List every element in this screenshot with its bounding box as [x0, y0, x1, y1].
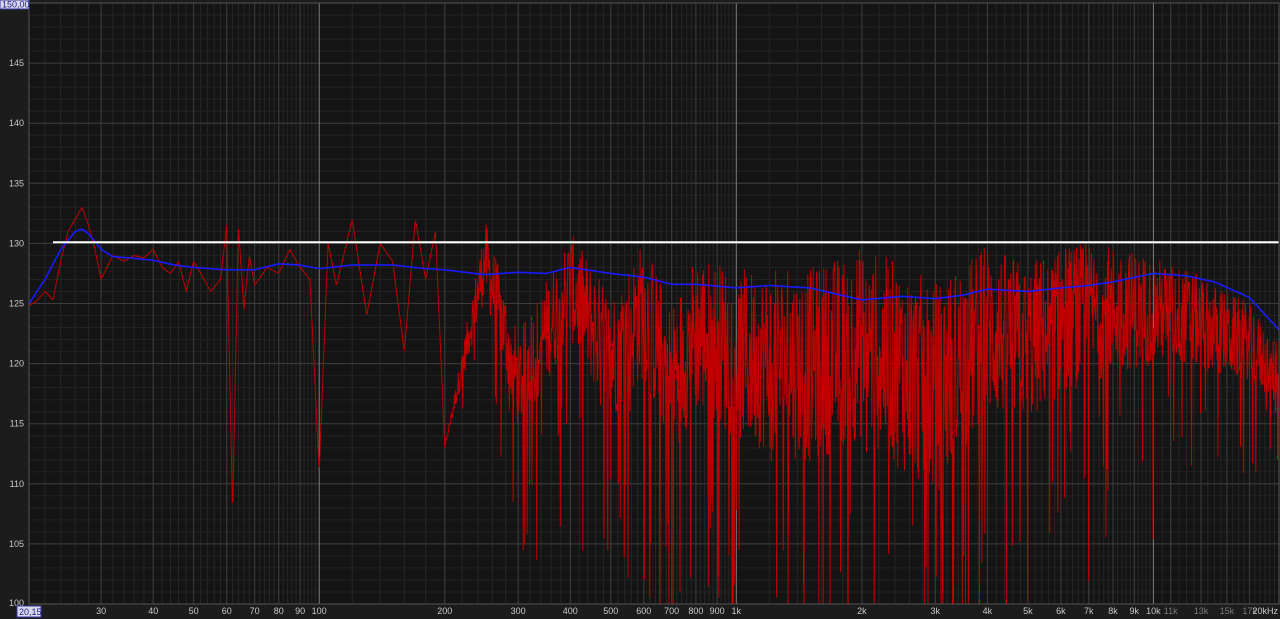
y-tick-label: 110: [10, 479, 24, 489]
x-tick-label: 200: [437, 606, 452, 616]
y-top-label: 150,00: [2, 0, 30, 10]
x-tick-label: 15k: [1220, 606, 1235, 616]
x-tick-label: 70: [250, 606, 260, 616]
x-tick-label: 4k: [983, 606, 993, 616]
x-tick-label: 8k: [1108, 606, 1118, 616]
x-tick-label: 13k: [1194, 606, 1209, 616]
y-tick-label: 105: [9, 539, 24, 549]
x-tick-label: 3k: [931, 606, 941, 616]
x-tick-label: 5k: [1023, 606, 1033, 616]
x-tick-label: 700: [664, 606, 679, 616]
x-tick-label: 10k: [1146, 606, 1161, 616]
x-tick-label: 600: [636, 606, 651, 616]
x-tick-label: 7k: [1084, 606, 1094, 616]
x-tick-label: 9k: [1130, 606, 1140, 616]
x-tick-label: 30: [96, 606, 106, 616]
y-tick-label: 130: [9, 238, 24, 248]
x-tick-label: 300: [511, 606, 526, 616]
frequency-response-plot: 105 110 115 120 125 130 135 140 145 100 30 40 50 60 7…: [0, 0, 1280, 619]
y-tick-label: 145: [9, 58, 24, 68]
x-tick-label: 6k: [1056, 606, 1066, 616]
x-tick-label: 11k: [1164, 606, 1178, 616]
x-tick-label: 20kHz: [1252, 606, 1278, 616]
y-tick-label: 135: [9, 178, 24, 188]
y-tick-label: 140: [9, 118, 24, 128]
x-tick-label: 900: [710, 606, 725, 616]
y-tick-label: 115: [10, 419, 24, 429]
y-tick-label: 120: [9, 359, 24, 369]
y-tick-label: 125: [9, 299, 24, 309]
x-tick-label: 500: [603, 606, 618, 616]
x-tick-label: 80: [274, 606, 284, 616]
x-tick-label: 60: [222, 606, 232, 616]
x-tick-label: 40: [148, 606, 158, 616]
x-tick-label: 2k: [857, 606, 867, 616]
x-tick-label: 90: [295, 606, 305, 616]
x-tick-label: 100: [312, 606, 327, 616]
x-tick-label: 1k: [732, 606, 742, 616]
x-left-label: 20,15: [19, 607, 42, 617]
x-tick-label: 400: [563, 606, 578, 616]
x-tick-label: 800: [688, 606, 703, 616]
x-tick-label: 50: [189, 606, 199, 616]
